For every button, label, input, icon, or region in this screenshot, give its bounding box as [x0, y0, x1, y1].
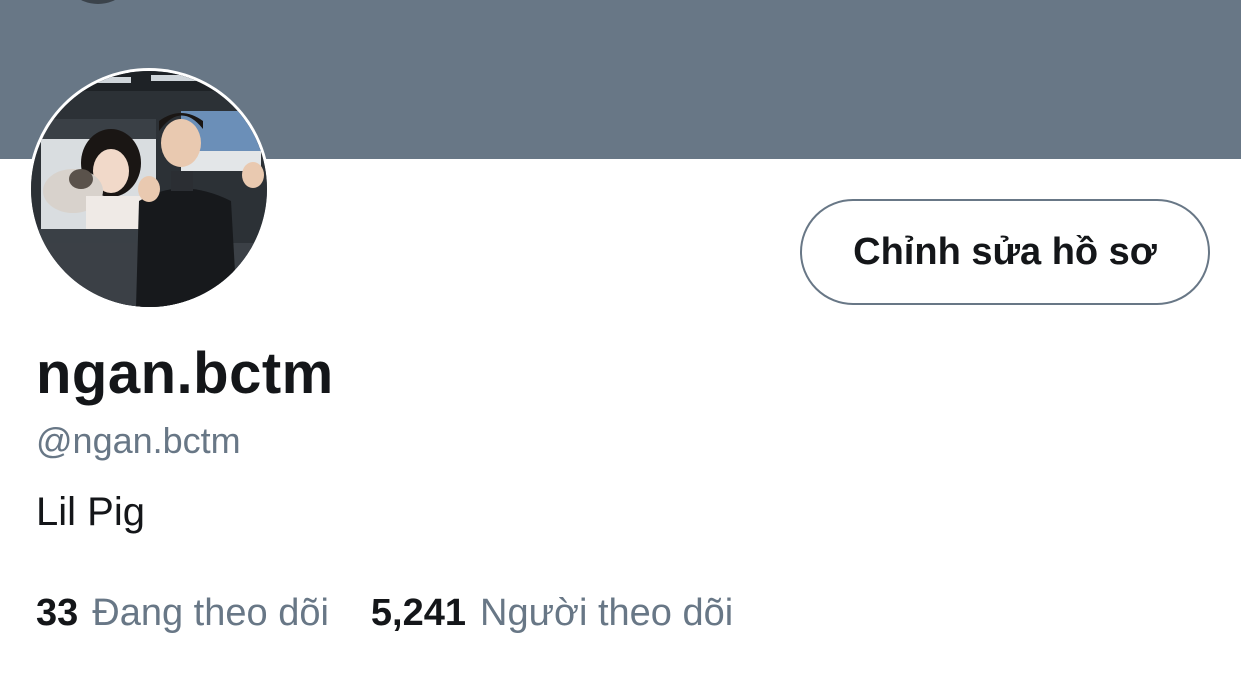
display-name: ngan.bctm — [36, 341, 334, 406]
following-stat[interactable]: 33 Đang theo dõi — [36, 592, 329, 635]
profile-bio: Lil Pig — [36, 490, 145, 534]
following-count: 33 — [36, 592, 79, 634]
avatar-photo — [31, 71, 267, 307]
profile-stats: 33 Đang theo dõi 5,241 Người theo dõi — [36, 592, 733, 635]
status-bar-icon — [60, 0, 136, 4]
edit-profile-button[interactable]: Chỉnh sửa hồ sơ — [800, 199, 1210, 305]
profile-page: Chỉnh sửa hồ sơ ngan.bctm @ngan.bctm Lil… — [0, 0, 1241, 697]
avatar[interactable] — [31, 71, 267, 307]
user-handle: @ngan.bctm — [36, 420, 241, 461]
following-label: Đang theo dõi — [92, 592, 329, 634]
followers-count: 5,241 — [370, 592, 467, 634]
followers-stat[interactable]: 5,241 Người theo dõi — [371, 592, 733, 635]
followers-label: Người theo dõi — [480, 592, 734, 634]
